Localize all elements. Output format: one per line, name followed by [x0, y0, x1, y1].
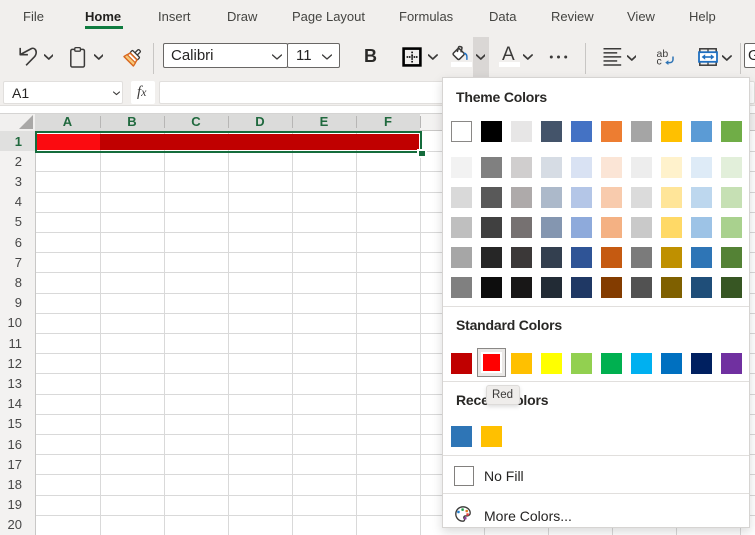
- svg-text:c: c: [657, 55, 662, 67]
